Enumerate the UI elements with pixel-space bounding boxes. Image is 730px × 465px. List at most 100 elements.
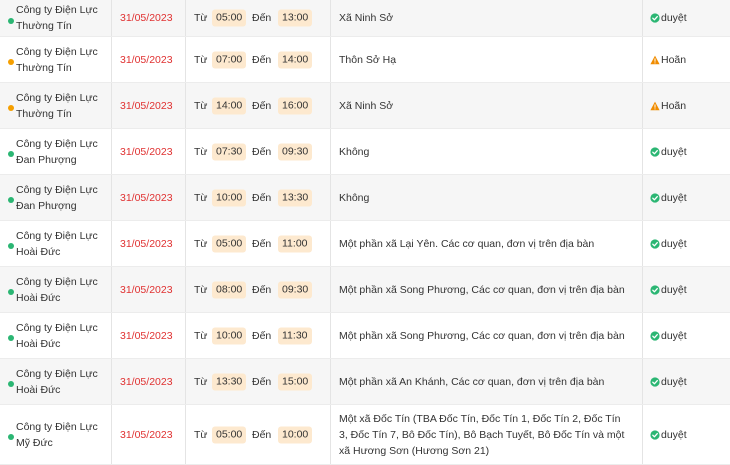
affected-area: Một phần xã Lại Yên. Các cơ quan, đơn vị… [339, 237, 595, 250]
status-dot [8, 59, 14, 65]
area-cell: Không [331, 129, 643, 174]
from-label: Từ [194, 283, 208, 296]
table-row: Công ty Điện Lực Thường Tín 31/05/2023 Từ 0… [0, 0, 730, 37]
from-label: Từ [194, 191, 208, 204]
from-label: Từ [194, 428, 208, 441]
company-name: Công ty Điện Lực Thường Tín [16, 45, 98, 74]
status-text: Hoãn [661, 99, 687, 112]
outage-date: 31/05/2023 [120, 145, 173, 158]
time-cell: Từ 07:00 Đến 14:00 [186, 37, 331, 82]
affected-area: Một xã Đốc Tín (TBA Đốc Tín, Đốc Tín 1, … [339, 412, 625, 457]
company-cell: Công ty Điện Lực Mỹ Đức [0, 405, 112, 464]
status-text: duyệt [661, 191, 687, 204]
company-name: Công ty Điện Lực Đan Phượng [16, 137, 98, 166]
outage-date: 31/05/2023 [120, 283, 173, 296]
check-circle-icon [650, 429, 661, 440]
status-text: duyệt [661, 283, 687, 296]
status-dot [8, 105, 14, 111]
table-row: Công ty Điện Lực Thường Tín 31/05/2023 Từ 1… [0, 83, 730, 129]
to-label: Đến [252, 53, 272, 66]
status-badge: Hoãn [650, 100, 686, 112]
table-row: Công ty Điện Lực Hoài Đức 31/05/2023 Từ 08:… [0, 267, 730, 313]
affected-area: Một phần xã Song Phương, Các cơ quan, đơ… [339, 329, 625, 342]
table-row: Công ty Điện Lực Hoài Đức 31/05/2023 Từ 13:… [0, 359, 730, 405]
company-name: Công ty Điện Lực Hoài Đức [16, 229, 98, 258]
date-cell: 31/05/2023 [112, 175, 186, 220]
from-label: Từ [194, 12, 208, 24]
from-label: Từ [194, 329, 208, 342]
company-name: Công ty Điện Lực Hoài Đức [16, 321, 98, 350]
outage-date: 31/05/2023 [120, 191, 173, 204]
from-label: Từ [194, 375, 208, 388]
end-time-badge: 09:30 [278, 281, 313, 298]
start-time-badge: 05:00 [212, 235, 247, 252]
table-row: Công ty Điện Lực Hoài Đức 31/05/2023 Từ 05:… [0, 221, 730, 267]
company-cell: Công ty Điện Lực Hoài Đức [0, 359, 112, 404]
status-dot [8, 197, 14, 203]
company-name: Công ty Điện Lực Hoài Đức [16, 367, 98, 396]
time-cell: Từ 05:00 Đến 10:00 [186, 405, 331, 464]
time-cell: Từ 10:00 Đến 13:30 [186, 175, 331, 220]
company-name: Công ty Điện Lực Thường Tín [16, 91, 98, 120]
date-cell: 31/05/2023 [112, 221, 186, 266]
company-cell: Công ty Điện Lực Đan Phượng [0, 129, 112, 174]
time-cell: Từ 10:00 Đến 11:30 [186, 313, 331, 358]
table-row: Công ty Điện Lực Thường Tín 31/05/2023 Từ 0… [0, 37, 730, 83]
company-cell: Công ty Điện Lực Đan Phượng [0, 175, 112, 220]
outage-date: 31/05/2023 [120, 99, 173, 112]
from-label: Từ [194, 53, 208, 66]
date-cell: 31/05/2023 [112, 267, 186, 312]
status-cell: duyệt [643, 405, 730, 464]
outage-date: 31/05/2023 [120, 53, 173, 66]
date-cell: 31/05/2023 [112, 83, 186, 128]
table-row: Công ty Điện Lực Hoài Đức 31/05/2023 Từ 10:… [0, 313, 730, 359]
start-time-badge: 05:00 [212, 9, 247, 27]
status-cell: duyệt [643, 0, 730, 36]
check-circle-icon [650, 192, 661, 203]
to-label: Đến [252, 375, 272, 388]
status-badge: duyệt [650, 238, 687, 250]
table-row: Công ty Điện Lực Đan Phượng 31/05/2023 Từ 1… [0, 175, 730, 221]
time-cell: Từ 07:30 Đến 09:30 [186, 129, 331, 174]
status-badge: Hoãn [650, 54, 686, 66]
status-badge: duyệt [650, 376, 687, 388]
affected-area: Thôn Sở Hạ [339, 53, 397, 66]
status-dot [8, 151, 14, 157]
status-text: Hoãn [661, 53, 687, 66]
check-circle-icon [650, 284, 661, 295]
company-cell: Công ty Điện Lực Hoài Đức [0, 267, 112, 312]
status-text: duyệt [661, 428, 687, 441]
status-badge: duyệt [650, 429, 687, 441]
from-label: Từ [194, 237, 208, 250]
date-cell: 31/05/2023 [112, 129, 186, 174]
outage-date: 31/05/2023 [120, 428, 173, 441]
warning-icon [650, 101, 661, 111]
start-time-badge: 14:00 [212, 97, 247, 114]
status-dot [8, 18, 14, 24]
to-label: Đến [252, 145, 272, 158]
area-cell: Không [331, 175, 643, 220]
end-time-badge: 09:30 [278, 143, 313, 160]
company-cell: Công ty Điện Lực Thường Tín [0, 83, 112, 128]
affected-area: Một phần xã An Khánh, Các cơ quan, đơn v… [339, 375, 605, 388]
date-cell: 31/05/2023 [112, 359, 186, 404]
to-label: Đến [252, 329, 272, 342]
status-text: duyệt [661, 237, 687, 250]
area-cell: Một phần xã Lại Yên. Các cơ quan, đơn vị… [331, 221, 643, 266]
area-cell: Thôn Sở Hạ [331, 37, 643, 82]
status-text: duyệt [661, 145, 687, 158]
to-label: Đến [252, 12, 272, 24]
company-name: Công ty Điện Lực Đan Phượng [16, 183, 98, 212]
affected-area: Không [339, 145, 370, 158]
company-name: Công ty Điện Lực Mỹ Đức [16, 420, 98, 449]
end-time-badge: 16:00 [278, 97, 313, 114]
area-cell: Một phần xã An Khánh, Các cơ quan, đơn v… [331, 359, 643, 404]
status-cell: duyệt [643, 175, 730, 220]
status-cell: duyệt [643, 267, 730, 312]
from-label: Từ [194, 99, 208, 112]
check-circle-icon [650, 13, 661, 23]
status-text: duyệt [661, 329, 687, 342]
check-circle-icon [650, 330, 661, 341]
check-circle-icon [650, 376, 661, 387]
status-badge: duyệt [650, 192, 687, 204]
